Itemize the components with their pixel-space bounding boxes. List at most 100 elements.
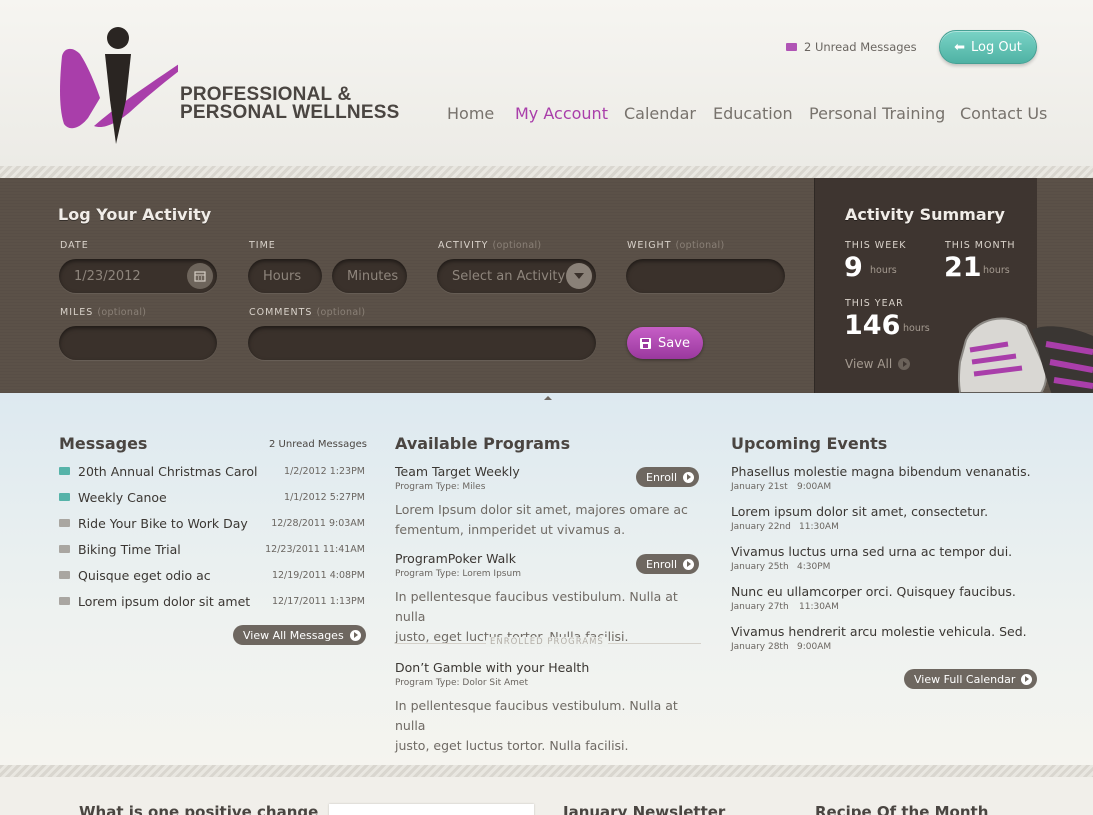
event-title[interactable]: Phasellus molestie magna bibendum venana…	[731, 464, 1031, 479]
date-input[interactable]: 1/23/2012	[59, 259, 217, 293]
message-subject: Weekly Canoe	[78, 489, 167, 505]
envelope-icon	[786, 43, 797, 51]
this-month-unit: hours	[983, 265, 1010, 276]
weight-label-text: WEIGHT	[627, 240, 672, 251]
message-date: 1/2/2012 1:23PM	[284, 465, 365, 477]
floppy-disk-icon	[640, 337, 652, 349]
comments-input[interactable]	[248, 326, 596, 360]
date-value: 1/23/2012	[74, 268, 141, 284]
nav-my-account[interactable]: My Account	[515, 104, 608, 123]
arrow-right-icon	[898, 358, 911, 370]
calendar-icon[interactable]	[187, 263, 213, 289]
save-button[interactable]: Save	[627, 327, 703, 359]
event-date: January 27th	[731, 602, 789, 612]
arrow-right-icon	[349, 629, 361, 641]
logout-button[interactable]: ⬅ Log Out	[939, 30, 1037, 64]
chevron-down-icon[interactable]	[566, 263, 592, 289]
hours-placeholder: Hours	[263, 268, 302, 284]
message-row[interactable]: Quisque eget odio ac 12/19/2011 4:08PM	[59, 565, 365, 585]
logout-label: Log Out	[970, 39, 1022, 55]
event-time: 11:30AM	[799, 602, 839, 612]
messages-unread-count[interactable]: 2 Unread Messages	[269, 439, 367, 450]
nav-education[interactable]: Education	[713, 104, 793, 123]
this-week-unit: hours	[870, 265, 897, 276]
minutes-input[interactable]: Minutes	[332, 259, 407, 293]
weight-optional: (optional)	[675, 240, 725, 251]
logo[interactable]: PROFESSIONAL & PERSONAL WELLNESS	[58, 26, 408, 146]
message-row[interactable]: Lorem ipsum dolor sit amet 12/17/2011 1:1…	[59, 591, 365, 611]
program-description-line: In pellentesque faucibus vestibulum. Nul…	[395, 589, 678, 624]
nav-calendar[interactable]: Calendar	[624, 104, 696, 123]
program-type: Program Type: Lorem Ipsum	[395, 569, 521, 579]
message-row[interactable]: 20th Annual Christmas Carol 1/2/2012 1:23…	[59, 461, 365, 481]
nav-personal-training[interactable]: Personal Training	[809, 104, 945, 123]
envelope-icon	[59, 493, 70, 501]
envelope-open-icon	[59, 519, 70, 527]
program-name[interactable]: Team Target Weekly	[395, 464, 520, 479]
miles-input[interactable]	[59, 326, 217, 360]
miles-label: MILES (optional)	[60, 307, 146, 318]
nav-home[interactable]: Home	[447, 104, 494, 123]
divider-stripe	[0, 166, 1093, 178]
view-full-calendar-button[interactable]: View Full Calendar	[904, 669, 1038, 689]
arrow-right-icon	[683, 558, 695, 570]
divider-stripe	[0, 765, 1093, 777]
enrolled-programs-label: ENROLLED PROGRAMS	[486, 637, 608, 647]
view-all-summary-link[interactable]: View All	[845, 357, 911, 371]
arrow-right-icon	[1021, 673, 1033, 685]
this-week-value: 9	[844, 252, 863, 283]
view-all-messages-button[interactable]: View All Messages	[233, 625, 366, 645]
envelope-icon	[59, 467, 70, 475]
program-type: Program Type: Miles	[395, 482, 486, 492]
message-subject: Lorem ipsum dolor sit amet	[78, 593, 251, 609]
this-week-label: THIS WEEK	[845, 240, 907, 251]
event-date: January 21st	[731, 482, 788, 492]
event-title[interactable]: Nunc eu ullamcorper orci. Quisquey fauci…	[731, 584, 1016, 599]
enroll-button[interactable]: Enroll	[636, 554, 700, 574]
this-year-value: 146	[844, 310, 901, 341]
hours-input[interactable]: Hours	[248, 259, 322, 293]
weight-label: WEIGHT (optional)	[627, 240, 724, 251]
summary-title: Activity Summary	[845, 205, 1005, 224]
event-title[interactable]: Lorem ipsum dolor sit amet, consectetur.	[731, 504, 988, 519]
date-label: DATE	[60, 240, 89, 251]
event-title[interactable]: Vivamus luctus urna sed urna ac tempor d…	[731, 544, 1012, 559]
event-date: January 28th	[731, 642, 789, 652]
view-all-messages-label: View All Messages	[243, 628, 344, 642]
event-title[interactable]: Vivamus hendrerit arcu molestie vehicula…	[731, 624, 1027, 639]
program-name[interactable]: Don’t Gamble with your Health	[395, 660, 589, 675]
message-row[interactable]: Weekly Canoe 1/1/2012 5:27PM	[59, 487, 365, 507]
envelope-open-icon	[59, 571, 70, 579]
footer-question-title: What is one positive change	[79, 803, 319, 815]
message-subject: Quisque eget odio ac	[78, 567, 211, 583]
activity-optional: (optional)	[492, 240, 542, 251]
program-name[interactable]: ProgramPoker Walk	[395, 551, 516, 566]
event-date: January 25th	[731, 562, 789, 572]
this-month-value: 21	[944, 252, 982, 283]
enroll-label: Enroll	[646, 557, 678, 571]
nav-contact-us[interactable]: Contact Us	[960, 104, 1047, 123]
view-all-label: View All	[845, 357, 893, 371]
events-title: Upcoming Events	[731, 434, 888, 453]
message-subject: 20th Annual Christmas Carol	[78, 463, 258, 479]
miles-optional: (optional)	[97, 307, 147, 318]
activity-select[interactable]: Select an Activity	[437, 259, 596, 293]
message-row[interactable]: Ride Your Bike to Work Day 12/28/2011 9:0…	[59, 513, 365, 533]
footer-recipe-title[interactable]: Recipe Of the Month	[815, 803, 988, 815]
unread-messages-link[interactable]: 2 Unread Messages	[786, 40, 917, 54]
message-date: 12/17/2011 1:13PM	[271, 595, 365, 607]
footer-input-box[interactable]	[329, 804, 534, 815]
envelope-open-icon	[59, 597, 70, 605]
footer-newsletter-title[interactable]: January Newsletter	[563, 803, 725, 815]
message-row[interactable]: Biking Time Trial 12/23/2011 11:41AM	[59, 539, 365, 559]
enroll-button[interactable]: Enroll	[636, 467, 700, 487]
program-description-line: justo, eget luctus tortor. Nulla facilis…	[395, 738, 629, 753]
weight-input[interactable]	[626, 259, 785, 293]
message-date: 12/19/2011 4:08PM	[271, 569, 365, 581]
this-month-label: THIS MONTH	[945, 240, 1016, 251]
logo-mark-icon	[60, 27, 178, 144]
main-nav: Home My Account Calendar Education Perso…	[0, 104, 1093, 128]
message-date: 12/23/2011 11:41AM	[265, 543, 365, 555]
program-description: Lorem Ipsum dolor sit amet, majores omar…	[395, 500, 695, 540]
save-label: Save	[658, 335, 690, 351]
